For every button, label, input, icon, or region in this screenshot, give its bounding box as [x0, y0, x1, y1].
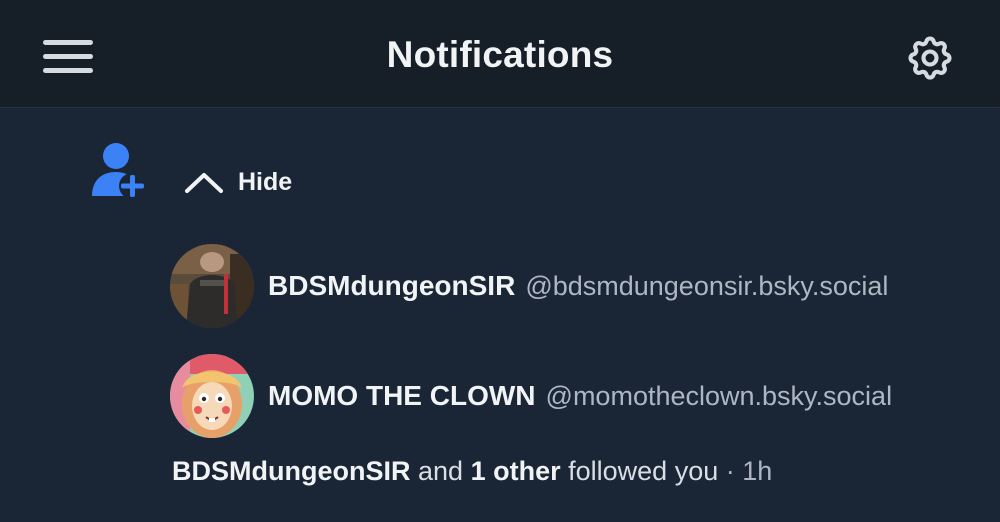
hide-label: Hide [238, 167, 293, 196]
summary-connector: and [418, 456, 464, 486]
user-display-name: MOMO THE CLOWN [268, 380, 536, 411]
gear-icon [908, 36, 952, 80]
top-bar: Notifications [0, 0, 1000, 108]
follower-row[interactable]: BDSMdungeonSIR @bdsmdungeonsir.bsky.soci… [170, 243, 888, 329]
others-count[interactable]: 1 other [471, 456, 561, 486]
user-handle: @momotheclown.bsky.social [545, 380, 893, 411]
avatar[interactable] [170, 244, 254, 328]
follower-row[interactable]: MOMO THE CLOWN @momotheclown.bsky.social [170, 353, 892, 439]
person-plus-icon [92, 143, 145, 199]
page-title: Notifications [386, 34, 614, 75]
actor-name[interactable]: BDSMdungeonSIR [172, 456, 410, 486]
settings-button[interactable] [904, 32, 956, 84]
notification-summary: BDSMdungeonSIR and 1 other followed you … [172, 456, 772, 487]
user-handle: @bdsmdungeonsir.bsky.social [525, 270, 889, 301]
hide-toggle-button[interactable]: Hide [182, 160, 292, 204]
user-display-name: BDSMdungeonSIR [268, 270, 516, 301]
summary-separator: · [725, 456, 735, 486]
summary-action: followed you [568, 456, 719, 486]
avatar[interactable] [170, 354, 254, 438]
timestamp: 1h [742, 456, 773, 486]
follow-notification-icon [90, 140, 150, 202]
chevron-up-icon [185, 173, 223, 193]
